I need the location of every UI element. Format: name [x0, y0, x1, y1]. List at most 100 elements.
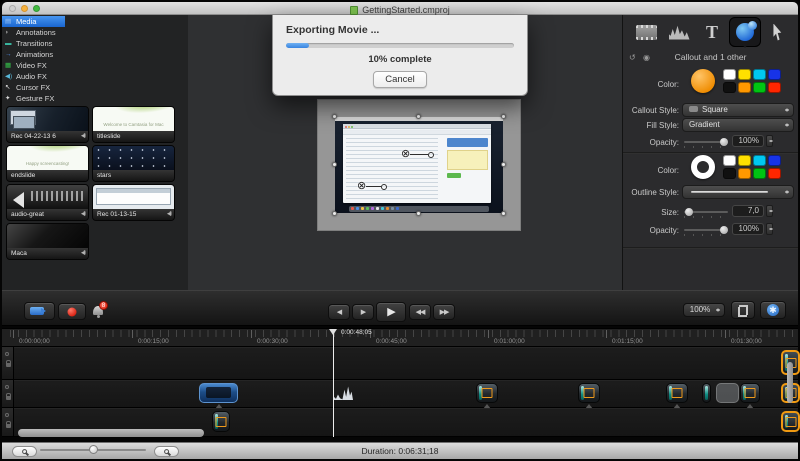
crop-button[interactable]	[731, 301, 755, 319]
resize-handle[interactable]	[332, 114, 337, 119]
fill-opacity-value[interactable]: 100%	[732, 135, 764, 147]
fill-color-well[interactable]	[691, 69, 715, 93]
resize-handle[interactable]	[501, 162, 506, 167]
sidebar-item-cursor-fx[interactable]: ↖Cursor FX	[2, 82, 66, 93]
callout-anchor-marker[interactable]: ⊗	[401, 149, 434, 160]
video-preview[interactable]: ⊗ ⊗	[335, 117, 503, 213]
color-swatch[interactable]	[738, 82, 751, 93]
media-item[interactable]: Happy screencasting!endslide	[6, 145, 89, 182]
timeline-clip-callout-narrow[interactable]	[702, 383, 711, 403]
color-swatch[interactable]	[768, 82, 781, 93]
timeline-clip-callout[interactable]	[476, 383, 498, 403]
track-lock-icon[interactable]	[6, 424, 11, 428]
slider-knob[interactable]	[685, 208, 693, 216]
step-back-button[interactable]: ◀	[328, 304, 350, 320]
sidebar-item-audio-fx[interactable]: ◀)Audio FX	[2, 71, 66, 82]
track-visibility-icon[interactable]	[5, 413, 9, 417]
media-item[interactable]: Rec 01-13-15◀))	[92, 184, 175, 221]
canvas-zoom-select[interactable]: 100%	[683, 303, 725, 317]
outline-opacity-value[interactable]: 100%	[732, 223, 764, 235]
track-lock-icon[interactable]	[6, 363, 11, 367]
eye-properties-icon[interactable]: ◉	[643, 51, 650, 64]
outline-color-well[interactable]	[691, 155, 715, 179]
cancel-button[interactable]: Cancel	[373, 71, 427, 88]
tab-text[interactable]: T	[696, 17, 728, 47]
color-swatch[interactable]	[768, 69, 781, 80]
sidebar-item-transitions[interactable]: ▬Transitions	[2, 38, 66, 49]
play-button[interactable]: ▶	[376, 302, 406, 322]
outline-size-slider[interactable]	[684, 211, 728, 213]
media-item[interactable]: Maca◀))	[6, 223, 89, 260]
color-swatch[interactable]	[753, 168, 766, 179]
timeline-clip-callout[interactable]	[740, 383, 760, 403]
callout-end-handle[interactable]	[381, 184, 387, 190]
fill-opacity-slider[interactable]	[684, 141, 728, 143]
outline-style-select[interactable]	[682, 185, 794, 199]
color-swatch[interactable]	[723, 69, 736, 80]
resize-handle[interactable]	[416, 211, 421, 216]
color-swatch[interactable]	[768, 168, 781, 179]
fill-opacity-stepper[interactable]	[766, 135, 773, 147]
sidebar-item-animations[interactable]: →Animations	[2, 49, 66, 60]
horizontal-scrollbar[interactable]	[18, 429, 204, 437]
timeline-ruler[interactable]: 0:00:00;000:00:15;000:00:30;000:00:45;00…	[2, 328, 798, 347]
timeline-clip-callout[interactable]	[666, 383, 688, 403]
canvas-options-button[interactable]: ✱	[760, 301, 786, 319]
jump-to-end-button[interactable]: ▶▶	[433, 304, 455, 320]
outline-opacity-slider[interactable]	[684, 229, 728, 231]
color-swatch[interactable]	[738, 168, 751, 179]
resize-handle[interactable]	[332, 211, 337, 216]
sidebar-item-media[interactable]: ▤Media	[2, 16, 65, 27]
color-swatch[interactable]	[723, 168, 736, 179]
timeline-clip-callout-green[interactable]	[212, 411, 230, 432]
fill-style-select[interactable]: Gradient	[682, 118, 794, 132]
media-item[interactable]: Rec 04-22-13 6◀))	[6, 106, 89, 143]
media-item[interactable]: stars	[92, 145, 175, 182]
track-visibility-icon[interactable]	[5, 352, 9, 356]
media-item[interactable]: Welcome to Camtasia for Mactitleslide	[92, 106, 175, 143]
callout-anchor-marker[interactable]: ⊗	[357, 181, 387, 192]
step-forward-button[interactable]: ▶	[352, 304, 374, 320]
color-swatch[interactable]	[723, 155, 736, 166]
color-swatch[interactable]	[738, 69, 751, 80]
timeline-zoom-slider[interactable]	[40, 449, 146, 451]
zoom-slider-knob[interactable]	[89, 445, 98, 454]
resize-handle[interactable]	[501, 114, 506, 119]
color-swatch[interactable]	[753, 155, 766, 166]
resize-handle[interactable]	[332, 162, 337, 167]
color-swatch[interactable]	[723, 82, 736, 93]
timeline-clip-video-wave[interactable]	[320, 383, 355, 403]
color-swatch[interactable]	[753, 69, 766, 80]
slider-knob[interactable]	[720, 138, 728, 146]
callout-end-handle[interactable]	[428, 152, 434, 158]
tab-audio[interactable]	[663, 17, 695, 47]
playhead[interactable]	[333, 330, 334, 437]
outline-size-value[interactable]: 7,0	[732, 205, 764, 217]
outline-size-stepper[interactable]	[766, 205, 773, 217]
tab-media[interactable]	[630, 17, 662, 47]
jump-to-start-button[interactable]: ◀◀	[409, 304, 431, 320]
timeline-track[interactable]	[2, 347, 798, 380]
tab-cursor[interactable]	[762, 17, 794, 47]
color-swatch[interactable]	[768, 155, 781, 166]
slider-knob[interactable]	[720, 226, 728, 234]
timeline-clip-selected[interactable]	[781, 411, 800, 432]
track-visibility-icon[interactable]	[5, 385, 9, 389]
sidebar-item-annotations[interactable]: ◗Annotations	[2, 27, 66, 38]
color-swatch[interactable]	[753, 82, 766, 93]
notifications-button[interactable]: 8	[91, 302, 108, 318]
media-item[interactable]: audio-great◀))	[6, 184, 89, 221]
playhead-handle[interactable]	[329, 329, 337, 339]
camera-record-button[interactable]	[24, 302, 55, 320]
timeline-track[interactable]	[2, 380, 798, 408]
color-swatch[interactable]	[738, 155, 751, 166]
sidebar-item-video-fx[interactable]: ▦Video FX	[2, 60, 66, 71]
timeline-clip-video[interactable]	[199, 383, 238, 403]
track-lock-icon[interactable]	[6, 396, 11, 400]
undo-properties-icon[interactable]: ↺	[629, 51, 636, 64]
resize-handle[interactable]	[416, 114, 421, 119]
outline-opacity-stepper[interactable]	[766, 223, 773, 235]
tab-callout[interactable]	[729, 17, 761, 47]
resize-handle[interactable]	[501, 211, 506, 216]
callout-style-select[interactable]: Square	[682, 103, 794, 117]
